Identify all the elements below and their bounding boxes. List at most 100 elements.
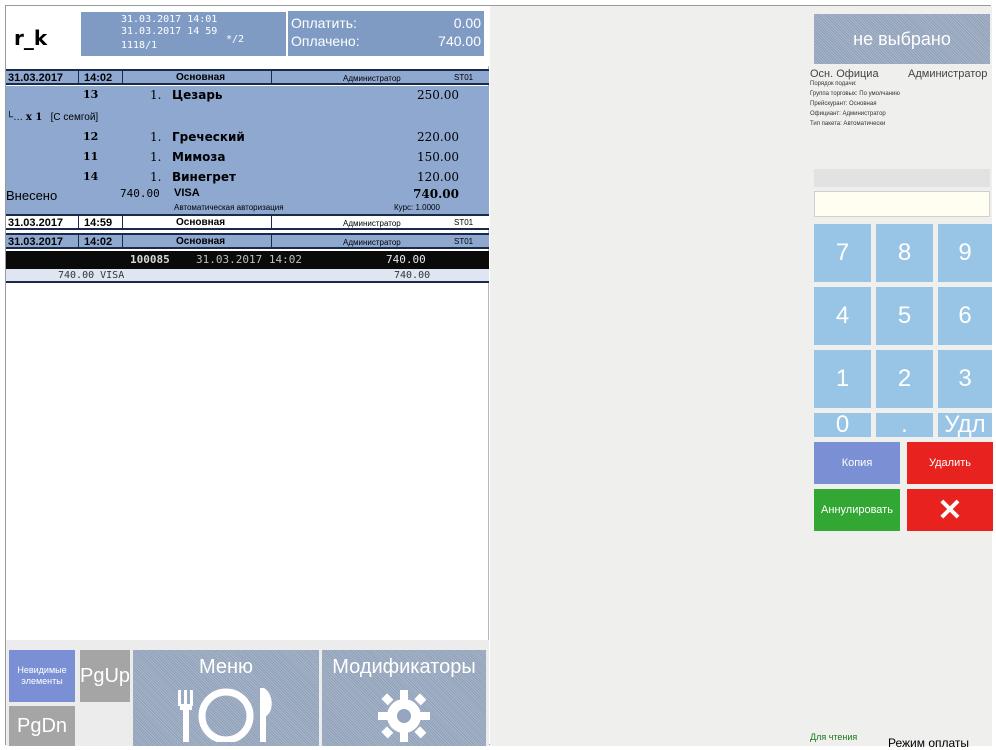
order-header[interactable]: 31.03.2017 14:59 Основная Администратор … [6, 214, 489, 230]
delete-button[interactable]: Удалить [907, 442, 993, 484]
divider [271, 216, 272, 228]
info-line: Группа торговых: По умолчанию [810, 91, 900, 97]
close-icon: ✕ [937, 493, 963, 527]
key-label: Удл [944, 411, 986, 438]
menu-button[interactable]: Меню [133, 650, 319, 746]
key-7[interactable]: 7 [814, 224, 871, 282]
rate-note: Курс: 1.0000 [394, 203, 440, 212]
modifiers-button[interactable]: Модификаторы [322, 650, 486, 746]
check-number: 1118/1 [121, 40, 158, 51]
order-time: 14:02 [84, 236, 113, 248]
key-4[interactable]: 4 [814, 287, 871, 345]
order-date: 31.03.2017 [8, 236, 64, 248]
list-item[interactable]: 12 1. Греческий 220.00 [6, 130, 489, 146]
key-0[interactable]: 0 [814, 411, 871, 438]
bottom-toolbar: Невидимые элементы PgUp PgDn Меню Модифи… [6, 640, 489, 746]
list-item[interactable]: 11 1. Мимоза 150.00 [6, 150, 489, 166]
info-line: Прейскурант: Основная [810, 101, 877, 107]
visa-right: 740.00 [394, 270, 431, 281]
not-selected-button[interactable]: не выбрано [814, 14, 990, 64]
divider [122, 71, 123, 83]
key-label: . [901, 411, 908, 438]
key-9[interactable]: 9 [938, 224, 992, 282]
open-date: 31.03.2017 14:01 [121, 14, 218, 25]
page-down-button[interactable]: PgDn [9, 706, 75, 746]
item-number: 12 [83, 130, 99, 143]
order-items: 13 1. Цезарь 250.00 └… x 1 [С семгой] 12… [6, 86, 489, 214]
key-1[interactable]: 1 [814, 350, 871, 408]
info-line: Официант: Администратор [810, 111, 886, 117]
modifiers-label: Модификаторы [332, 656, 476, 678]
item-modifier[interactable]: └… x 1 [С семгой] [6, 112, 98, 123]
order-station: ST01 [454, 73, 474, 82]
visa-row[interactable]: 740.00 VISA 740.00 [6, 269, 489, 283]
divider [271, 235, 272, 247]
item-price: 220.00 [417, 130, 459, 144]
item-price: 250.00 [417, 88, 459, 102]
order-name: Основная [176, 217, 226, 228]
info-line: Порядок подачи: [810, 81, 857, 87]
key-delete[interactable]: Удл [938, 411, 992, 438]
invisible-elements-button[interactable]: Невидимые элементы [9, 650, 75, 702]
logo: r_k [14, 26, 48, 50]
key-label: 0 [835, 411, 850, 438]
check-panel: r_k 31.03.2017 14:01 31.03.2017 14 59 11… [6, 6, 489, 746]
item-number: 14 [83, 170, 99, 183]
copy-button[interactable]: Копия [814, 442, 900, 484]
key-6[interactable]: 6 [938, 287, 992, 345]
auth-note: Автоматическая авторизация [174, 203, 284, 212]
waiter-label: Осн. Официа [810, 68, 879, 80]
key-8[interactable]: 8 [876, 224, 933, 282]
item-qty: 1. [150, 150, 162, 164]
item-name: Мимоза [172, 150, 226, 164]
tree-icon: └… [6, 112, 24, 123]
divider [122, 235, 123, 247]
modifier-mult: x 1 [25, 112, 43, 123]
readonly-label: Для чтения [810, 732, 858, 742]
menu-label: Меню [198, 656, 254, 678]
order-admin: Администратор [343, 219, 401, 228]
order-name: Основная [176, 236, 226, 247]
close-date: 31.03.2017 14 59 [121, 26, 218, 37]
key-2[interactable]: 2 [876, 350, 933, 408]
paid-total: 740.00 [413, 187, 459, 201]
order-date: 31.03.2017 [8, 72, 64, 84]
check-header: r_k 31.03.2017 14:01 31.03.2017 14 59 11… [6, 6, 489, 66]
key-3[interactable]: 3 [938, 350, 992, 408]
amount-input[interactable] [814, 191, 990, 217]
receipt-datetime: 31.03.2017 14:02 [196, 253, 302, 266]
payment-summary: Оплатить: 0.00 Оплачено: 740.00 [286, 11, 484, 56]
work-area [490, 6, 806, 746]
guest-count: */2 [226, 34, 245, 45]
item-qty: 1. [150, 88, 162, 102]
receipt-row[interactable]: 100085 31.03.2017 14:02 740.00 [6, 251, 489, 269]
item-price: 120.00 [417, 170, 459, 184]
paid-value: 740.00 [438, 33, 481, 49]
to-pay-label: Оплатить: [291, 15, 357, 31]
plate-icon [178, 688, 272, 742]
order-name: Основная [176, 72, 226, 83]
paid-label: Оплачено: [291, 33, 360, 49]
order-header[interactable]: 31.03.2017 14:02 Основная Администратор … [6, 233, 489, 249]
item-price: 150.00 [417, 150, 459, 164]
annul-button[interactable]: Аннулировать [814, 489, 900, 531]
list-item[interactable]: 13 1. Цезарь 250.00 [6, 88, 489, 104]
order-admin: Администратор [343, 74, 401, 83]
divider [814, 169, 990, 187]
list-item[interactable]: 14 1. Винегрет 120.00 [6, 170, 489, 186]
side-panel: не выбрано Осн. Официа Администратор Пор… [806, 6, 993, 750]
close-button[interactable]: ✕ [907, 489, 993, 531]
page-up-button[interactable]: PgUp [80, 650, 130, 702]
order-header[interactable]: 31.03.2017 14:02 Основная Администратор … [6, 69, 489, 85]
info-line: Тип пакета: Автоматически [810, 121, 886, 127]
key-5[interactable]: 5 [876, 287, 933, 345]
key-dot[interactable]: . [876, 411, 933, 438]
item-qty: 1. [150, 170, 162, 184]
receipt-amount: 740.00 [386, 253, 426, 266]
receipt-code: 100085 [130, 253, 170, 266]
item-name: Цезарь [172, 88, 223, 102]
paid-amount: 740.00 [120, 187, 160, 200]
item-qty: 1. [150, 130, 162, 144]
divider [78, 216, 79, 228]
order-date: 31.03.2017 [8, 217, 64, 229]
